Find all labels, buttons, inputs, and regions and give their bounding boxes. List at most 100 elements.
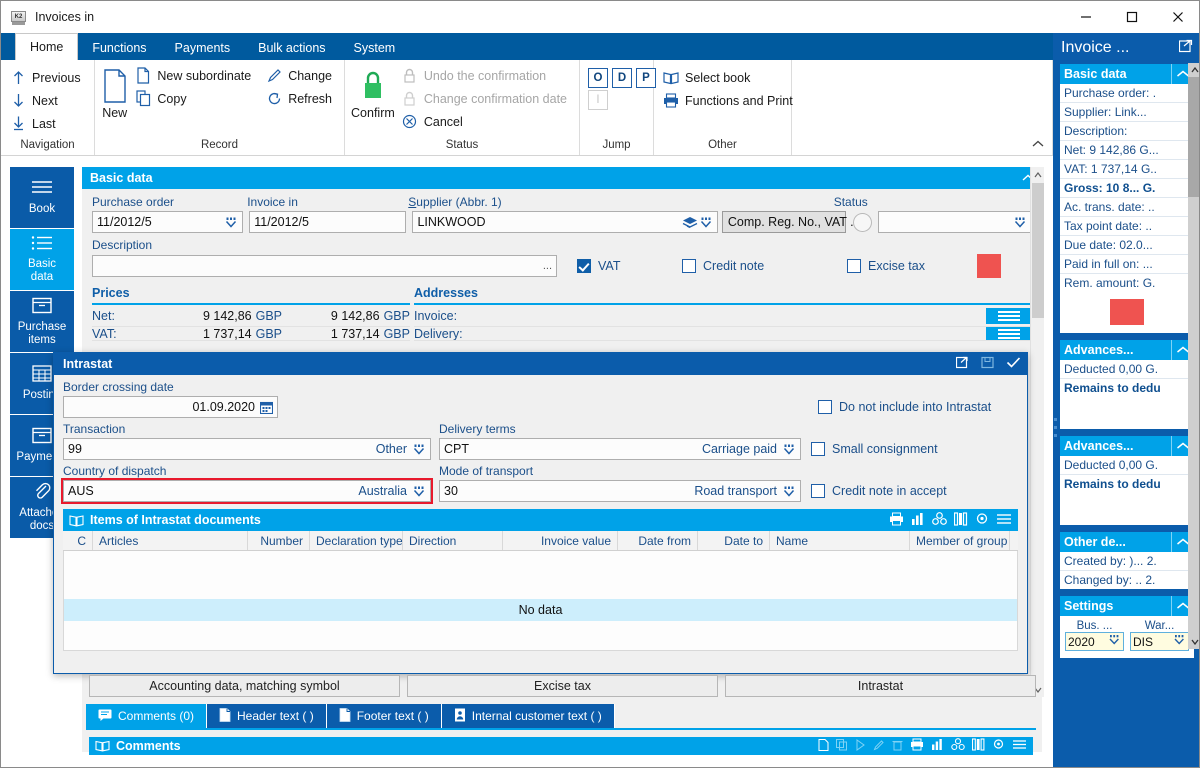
supplier-input[interactable]: LINKWOOD: [412, 211, 718, 233]
sidebar-item-basic-data[interactable]: Basic data: [10, 229, 74, 291]
sidebar-card-header[interactable]: Other de...: [1060, 532, 1194, 552]
lookup-caret-icon[interactable]: [700, 216, 713, 229]
chart-icon[interactable]: [931, 738, 944, 754]
menu-icon[interactable]: [1012, 739, 1027, 753]
lookup-caret-icon[interactable]: [413, 443, 426, 456]
menu-icon[interactable]: [996, 513, 1012, 528]
column-header[interactable]: Member of group: [910, 531, 1010, 550]
column-header[interactable]: Date from: [618, 531, 698, 550]
column-header[interactable]: Invoice value: [503, 531, 618, 550]
vat-checkbox[interactable]: [577, 259, 591, 273]
mode-of-transport-input[interactable]: 30 Road transport: [439, 480, 801, 502]
sidebar-card-header[interactable]: Advances...: [1060, 436, 1194, 456]
description-input[interactable]: ...: [92, 255, 557, 277]
tab-excise-tax[interactable]: Excise tax: [407, 675, 718, 697]
settings-gear-icon[interactable]: [992, 738, 1005, 754]
sidebar-color-swatch[interactable]: [1110, 299, 1144, 325]
columns-icon[interactable]: [953, 511, 968, 529]
lookup-caret-icon[interactable]: [225, 216, 238, 229]
column-header[interactable]: Declaration type: [310, 531, 403, 550]
lookup-caret-icon[interactable]: [413, 485, 426, 498]
run-icon[interactable]: [855, 738, 866, 754]
printer-icon[interactable]: [910, 738, 924, 754]
tab-payments[interactable]: Payments: [161, 35, 245, 60]
select-book-button[interactable]: Select book: [660, 66, 799, 89]
sidebar-grip-dots[interactable]: [1053, 413, 1058, 453]
tab-system[interactable]: System: [340, 35, 410, 60]
status-indicator-circle[interactable]: [852, 212, 872, 232]
new-subordinate-button[interactable]: New subordinate: [132, 64, 257, 87]
color-flag-swatch[interactable]: [977, 254, 1001, 278]
column-header[interactable]: Number: [248, 531, 310, 550]
lookup-caret-icon[interactable]: [783, 443, 796, 456]
address-menu-icon[interactable]: [986, 307, 1032, 324]
scrollbar-thumb[interactable]: [1032, 183, 1044, 318]
copy-icon[interactable]: [836, 738, 848, 754]
main-vertical-scrollbar[interactable]: [1030, 167, 1044, 697]
credit-note-checkbox-row[interactable]: Credit note: [682, 259, 847, 273]
refresh-button[interactable]: Refresh: [263, 87, 338, 110]
cancel-button[interactable]: Cancel: [399, 110, 573, 133]
column-header[interactable]: C: [63, 531, 93, 550]
previous-button[interactable]: Previous: [7, 66, 87, 89]
jump-badge-d[interactable]: D: [612, 68, 632, 88]
close-icon[interactable]: [1155, 1, 1199, 33]
do-not-include-checkbox-row[interactable]: Do not include into Intrastat: [818, 400, 1018, 414]
tab-home[interactable]: Home: [15, 33, 79, 60]
jump-badge-o[interactable]: O: [588, 68, 608, 88]
lookup-caret-icon[interactable]: [783, 485, 796, 498]
sidebar-card-header[interactable]: Advances...: [1060, 340, 1194, 360]
tab-intrastat[interactable]: Intrastat: [725, 675, 1036, 697]
country-of-dispatch-input[interactable]: AUS Australia: [61, 478, 433, 504]
last-button[interactable]: Last: [7, 112, 87, 135]
sidebar-item-purchase-items[interactable]: Purchase items: [10, 291, 74, 353]
description-ellipsis[interactable]: ...: [543, 260, 552, 272]
border-crossing-date-input[interactable]: 01.09.2020: [63, 396, 278, 418]
next-button[interactable]: Next: [7, 89, 87, 112]
settings-gear-icon[interactable]: [975, 512, 989, 529]
invoice-in-input[interactable]: 11/2012/5: [249, 211, 407, 233]
tab-accounting-data[interactable]: Accounting data, matching symbol: [89, 675, 400, 697]
tab-bulk-actions[interactable]: Bulk actions: [244, 35, 339, 60]
warehouse-input[interactable]: DIS: [1130, 632, 1189, 651]
undo-confirmation-button[interactable]: Undo the confirmation: [399, 64, 573, 87]
small-consignment-checkbox-row[interactable]: Small consignment: [811, 442, 991, 456]
maximize-icon[interactable]: [1109, 1, 1155, 33]
tab-footer-text[interactable]: Footer text ( ): [326, 704, 442, 728]
scroll-up-arrow-icon[interactable]: [1188, 63, 1199, 77]
tab-internal-customer-text[interactable]: Internal customer text ( ): [441, 704, 615, 728]
business-year-input[interactable]: 2020: [1065, 632, 1124, 651]
edit-icon[interactable]: [873, 739, 885, 754]
delivery-terms-input[interactable]: CPT Carriage paid: [439, 438, 801, 460]
column-header[interactable]: Articles: [93, 531, 248, 550]
save-icon[interactable]: [981, 356, 994, 372]
chart-icon[interactable]: [911, 512, 925, 529]
do-not-include-checkbox[interactable]: [818, 400, 832, 414]
sidebar-vertical-scrollbar[interactable]: [1188, 63, 1199, 649]
scrollbar-thumb[interactable]: [1188, 77, 1199, 197]
credit-note-in-accept-checkbox-row[interactable]: Credit note in accept: [811, 484, 991, 498]
popout-icon[interactable]: [1178, 39, 1193, 58]
vat-checkbox-row[interactable]: VAT: [577, 259, 682, 273]
jump-badge-p[interactable]: P: [636, 68, 656, 88]
group-icon[interactable]: [951, 738, 965, 754]
tab-comments[interactable]: Comments (0): [86, 704, 208, 728]
minimize-icon[interactable]: [1063, 1, 1109, 33]
change-button[interactable]: Change: [263, 64, 338, 87]
popout-icon[interactable]: [955, 356, 969, 372]
column-header[interactable]: Date to: [698, 531, 770, 550]
sidebar-card-header[interactable]: Settings: [1060, 596, 1194, 616]
status-input[interactable]: [877, 211, 1032, 233]
excise-tax-checkbox[interactable]: [847, 259, 861, 273]
credit-note-in-accept-checkbox[interactable]: [811, 484, 825, 498]
new-icon[interactable]: [818, 738, 829, 754]
lookup-caret-icon[interactable]: [1109, 634, 1121, 649]
purchase-order-input[interactable]: 11/2012/5: [92, 211, 244, 233]
confirm-check-icon[interactable]: [1006, 356, 1021, 372]
comp-reg-no-vat-button[interactable]: Comp. Reg. No., VAT ...: [721, 211, 861, 233]
lookup-caret-icon[interactable]: [1014, 216, 1027, 229]
column-header[interactable]: Name: [770, 531, 910, 550]
calendar-icon[interactable]: [260, 401, 273, 414]
layers-icon[interactable]: [682, 216, 698, 229]
functions-and-print-button[interactable]: Functions and Print: [660, 89, 799, 112]
